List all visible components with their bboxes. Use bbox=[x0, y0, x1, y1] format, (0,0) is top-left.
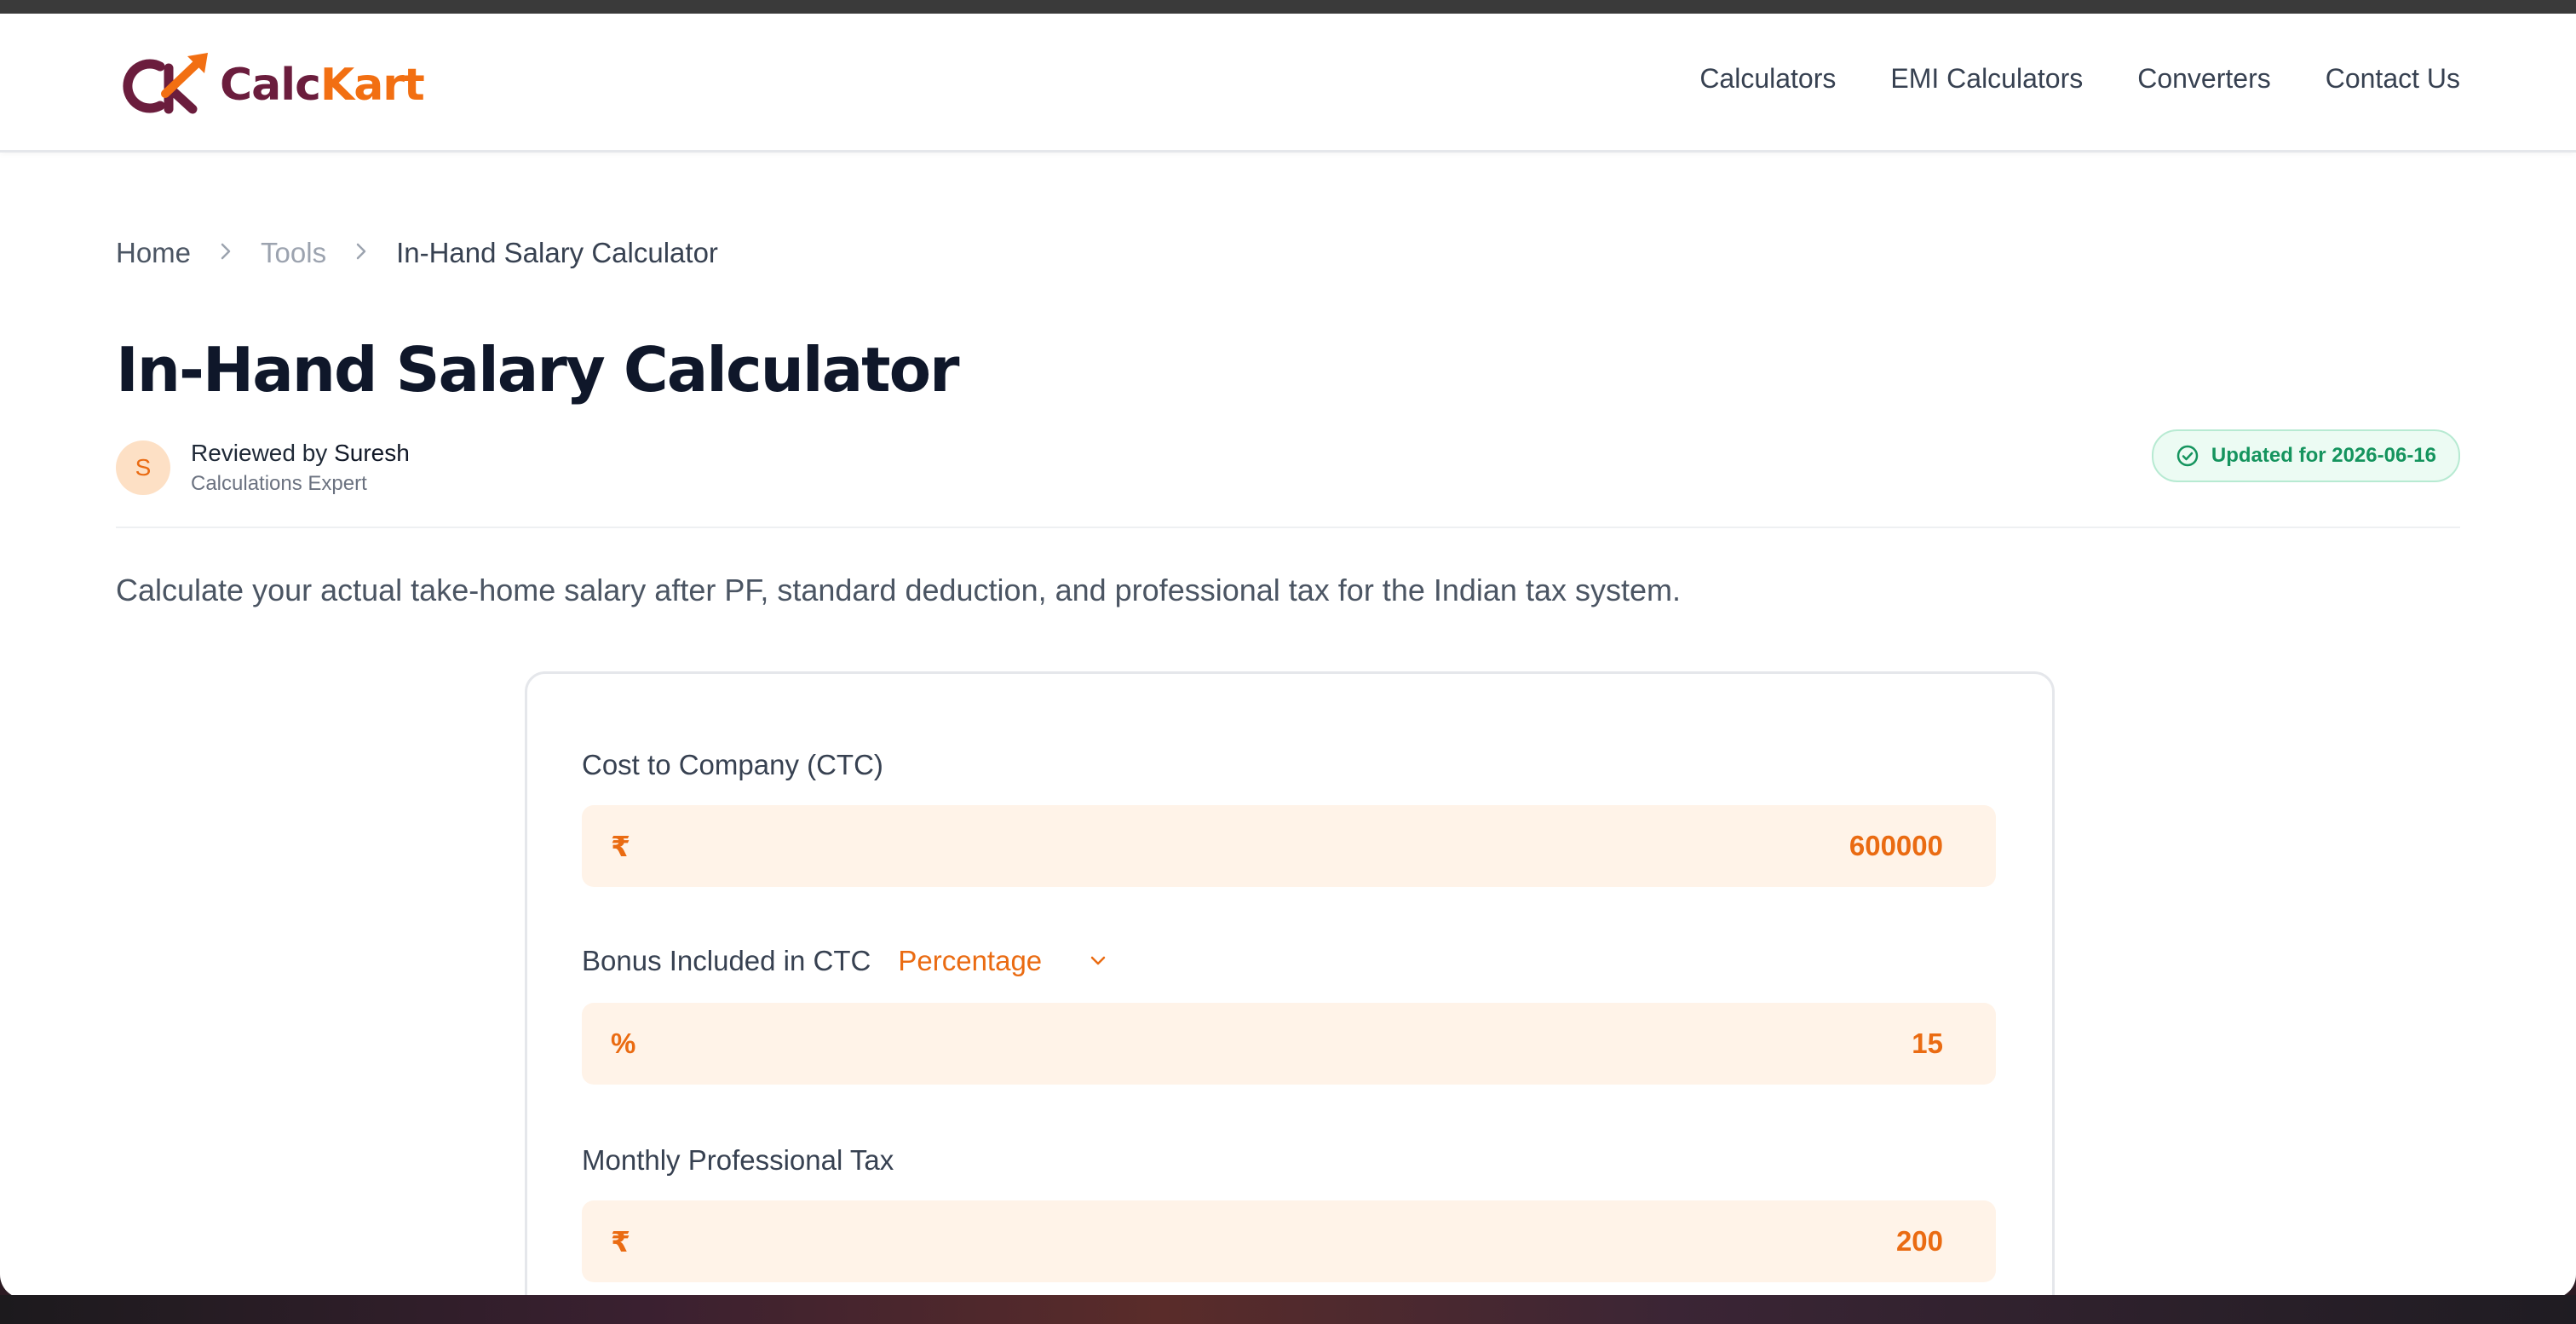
breadcrumb-tools[interactable]: Tools bbox=[261, 237, 326, 269]
logo-wordmark: CalcKart bbox=[220, 60, 425, 111]
rupee-icon: ₹ bbox=[611, 1225, 630, 1258]
breadcrumb: Home Tools In-Hand Salary Calculator bbox=[116, 237, 718, 269]
browser-top-bar bbox=[0, 0, 2576, 14]
nav-link-contact-us[interactable]: Contact Us bbox=[2326, 63, 2460, 95]
bonus-type-select[interactable]: Percentage bbox=[898, 945, 1107, 977]
bonus-label: Bonus Included in CTC bbox=[582, 945, 871, 976]
site-header: CalcKart Calculators EMI Calculators Con… bbox=[0, 14, 2576, 153]
reviewer-role: Calculations Expert bbox=[191, 472, 367, 495]
divider bbox=[116, 527, 2460, 528]
rupee-icon: ₹ bbox=[611, 830, 630, 862]
bonus-value[interactable]: 15 bbox=[1912, 1028, 1943, 1060]
ctc-input[interactable]: ₹ 600000 bbox=[582, 805, 1996, 887]
nav-link-emi-calculators[interactable]: EMI Calculators bbox=[1890, 63, 2083, 95]
reviewed-by: Reviewed by Suresh bbox=[191, 440, 410, 467]
calculator-card: Cost to Company (CTC) ₹ 600000 Bonus Inc… bbox=[525, 671, 2055, 1298]
nav-link-calculators[interactable]: Calculators bbox=[1699, 63, 1836, 95]
logo-text-kart: Kart bbox=[319, 60, 425, 111]
author-info: S Reviewed by Suresh Calculations Expert bbox=[116, 440, 410, 496]
page-title: In-Hand Salary Calculator bbox=[116, 334, 960, 406]
percent-icon: % bbox=[611, 1028, 636, 1059]
check-circle-icon bbox=[2176, 445, 2199, 467]
nav-link-converters[interactable]: Converters bbox=[2137, 63, 2271, 95]
professional-tax-label: Monthly Professional Tax bbox=[582, 1144, 894, 1176]
bonus-type-selected: Percentage bbox=[898, 945, 1043, 976]
logo-text-calc: Calc bbox=[220, 60, 321, 111]
calckart-emblem-icon bbox=[123, 53, 208, 114]
desktop-background-strip bbox=[0, 1295, 2576, 1324]
professional-tax-value[interactable]: 200 bbox=[1896, 1225, 1943, 1258]
chevron-right-icon bbox=[220, 239, 232, 268]
avatar: S bbox=[116, 440, 170, 495]
chevron-down-icon bbox=[1090, 955, 1107, 967]
reviewed-by-label: Reviewed by bbox=[191, 440, 328, 466]
bonus-label-row: Bonus Included in CTC Percentage bbox=[582, 945, 1107, 977]
ctc-label: Cost to Company (CTC) bbox=[582, 749, 883, 780]
main-nav: Calculators EMI Calculators Converters C… bbox=[1699, 63, 2460, 95]
site-logo[interactable]: CalcKart bbox=[116, 51, 425, 119]
breadcrumb-home[interactable]: Home bbox=[116, 237, 191, 269]
page-description: Calculate your actual take-home salary a… bbox=[116, 573, 1681, 607]
browser-window: CalcKart Calculators EMI Calculators Con… bbox=[0, 14, 2576, 1298]
reviewer-name: Suresh bbox=[334, 440, 410, 466]
chevron-right-icon bbox=[355, 239, 367, 268]
updated-badge-text: Updated for 2026-06-16 bbox=[2211, 444, 2436, 467]
professional-tax-input[interactable]: ₹ 200 bbox=[582, 1200, 1996, 1282]
updated-badge: Updated for 2026-06-16 bbox=[2151, 429, 2460, 482]
bonus-input[interactable]: % 15 bbox=[582, 1003, 1996, 1085]
breadcrumb-current: In-Hand Salary Calculator bbox=[396, 237, 718, 268]
ctc-value[interactable]: 600000 bbox=[1849, 830, 1943, 862]
